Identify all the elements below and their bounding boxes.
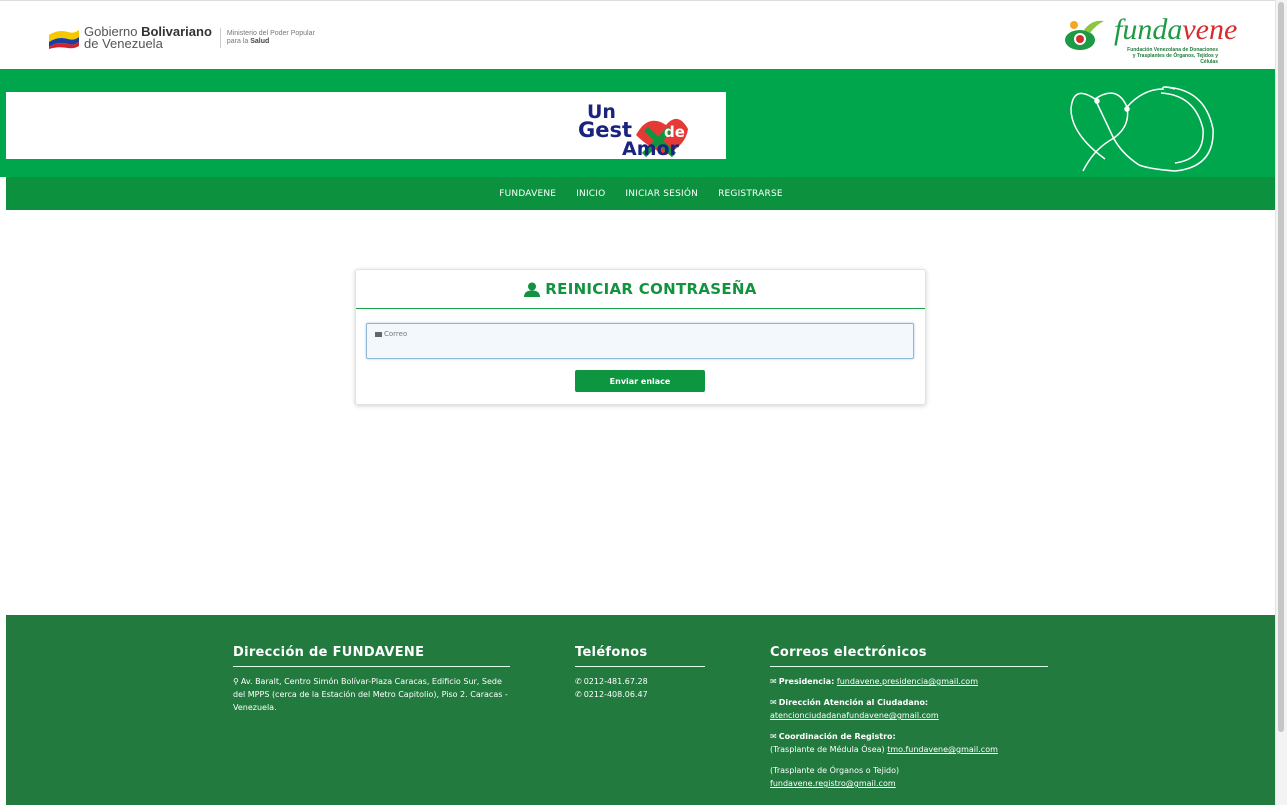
gov-logo[interactable]: Gobierno Bolivariano de Venezuela Minist…	[48, 25, 315, 51]
atencion-label: Dirección Atención al Ciudadano:	[778, 698, 929, 707]
atencion-email-link[interactable]: atencionciudadanafundavene@gmail.com	[770, 711, 939, 720]
venezuela-flag-icon	[48, 27, 80, 49]
nav-item-iniciar-sesion[interactable]: INICIAR SESIÓN	[625, 189, 698, 199]
phones-heading: Teléfonos	[575, 645, 705, 667]
send-link-button[interactable]: Enviar enlace	[575, 370, 705, 392]
divider	[219, 28, 221, 48]
top-bar: Gobierno Bolivariano de Venezuela Minist…	[0, 0, 1276, 70]
un-gesto-de-amor-logo: Un Gest de Amor	[578, 99, 708, 160]
card-title: REINICIAR CONTRASEÑA	[545, 280, 757, 298]
fundavene-logo-icon	[1062, 15, 1112, 57]
reset-password-card: REINICIAR CONTRASEÑA Correo Enviar enlac…	[355, 269, 926, 405]
organos-text: (Trasplante de Órganos o Tejido)	[770, 766, 900, 775]
registro-label: Coordinación de Registro:	[778, 732, 896, 741]
phone-icon: ✆	[575, 690, 582, 699]
phone-1: 0212-481.67.28	[583, 677, 648, 686]
emails-heading: Correos electrónicos	[770, 645, 1048, 667]
brand-name-part2: vene	[1182, 13, 1238, 46]
logo-text-amor: Amor	[622, 138, 680, 159]
ribbon-heart-icon	[1065, 79, 1225, 178]
brand-subtitle-line2: y Trasplantes de Órganos, Tejidos y Célu…	[1132, 53, 1218, 65]
address-heading: Dirección de FUNDAVENE	[233, 645, 510, 667]
nav-item-fundavene[interactable]: FUNDAVENE	[499, 189, 556, 199]
hero-banner: Un Gest de Amor	[0, 69, 1276, 177]
gov-line2: de Venezuela	[84, 36, 163, 51]
nav-item-inicio[interactable]: INICIO	[576, 189, 605, 199]
medula-email-link[interactable]: tmo.fundavene@gmail.com	[887, 745, 998, 754]
scrollbar-thumb[interactable]	[1278, 2, 1284, 732]
ministry-line1: Ministerio del Poder Popular	[226, 30, 315, 37]
envelope-icon: ✉	[770, 698, 777, 707]
organos-email-link[interactable]: fundavene.registro@gmail.com	[770, 779, 896, 788]
card-header: REINICIAR CONTRASEÑA	[356, 270, 925, 309]
presidencia-email-link[interactable]: fundavene.presidencia@gmail.com	[837, 677, 978, 686]
user-icon	[524, 282, 541, 297]
fundavene-logo[interactable]: fundavene Fundación Venezolana de Donaci…	[1062, 13, 1237, 65]
ministry-line2: para la	[226, 38, 251, 45]
scrollbar[interactable]	[1275, 0, 1287, 805]
footer-phones: Teléfonos ✆ 0212-481.67.28 ✆ 0212-408.06.4…	[575, 645, 705, 701]
email-input[interactable]	[367, 324, 917, 360]
footer-address: Dirección de FUNDAVENE ⚲ Av. Baralt, Cent…	[233, 645, 510, 714]
footer-emails: Correos electrónicos ✉ Presidencia: funda…	[770, 645, 1048, 790]
envelope-icon: ✉	[770, 677, 777, 686]
phone-2: 0212-408.06.47	[583, 690, 648, 699]
phone-icon: ✆	[575, 677, 582, 686]
ministry-line2-bold: Salud	[250, 38, 270, 45]
envelope-icon: ✉	[770, 732, 777, 741]
presidencia-label: Presidencia:	[778, 677, 835, 686]
brand-name-part1: funda	[1114, 13, 1183, 46]
footer: Dirección de FUNDAVENE ⚲ Av. Baralt, Cent…	[6, 615, 1276, 805]
nav-item-registrarse[interactable]: REGISTRARSE	[718, 189, 783, 199]
map-marker-icon: ⚲	[233, 677, 239, 686]
medula-text: (Trasplante de Médula Ósea)	[770, 745, 885, 754]
address-text: Av. Baralt, Centro Simón Bolívar-Plaza C…	[233, 677, 508, 712]
main-nav: FUNDAVENE INICIO INICIAR SESIÓN REGISTRA…	[6, 177, 1276, 210]
email-field[interactable]: Correo	[366, 323, 917, 360]
